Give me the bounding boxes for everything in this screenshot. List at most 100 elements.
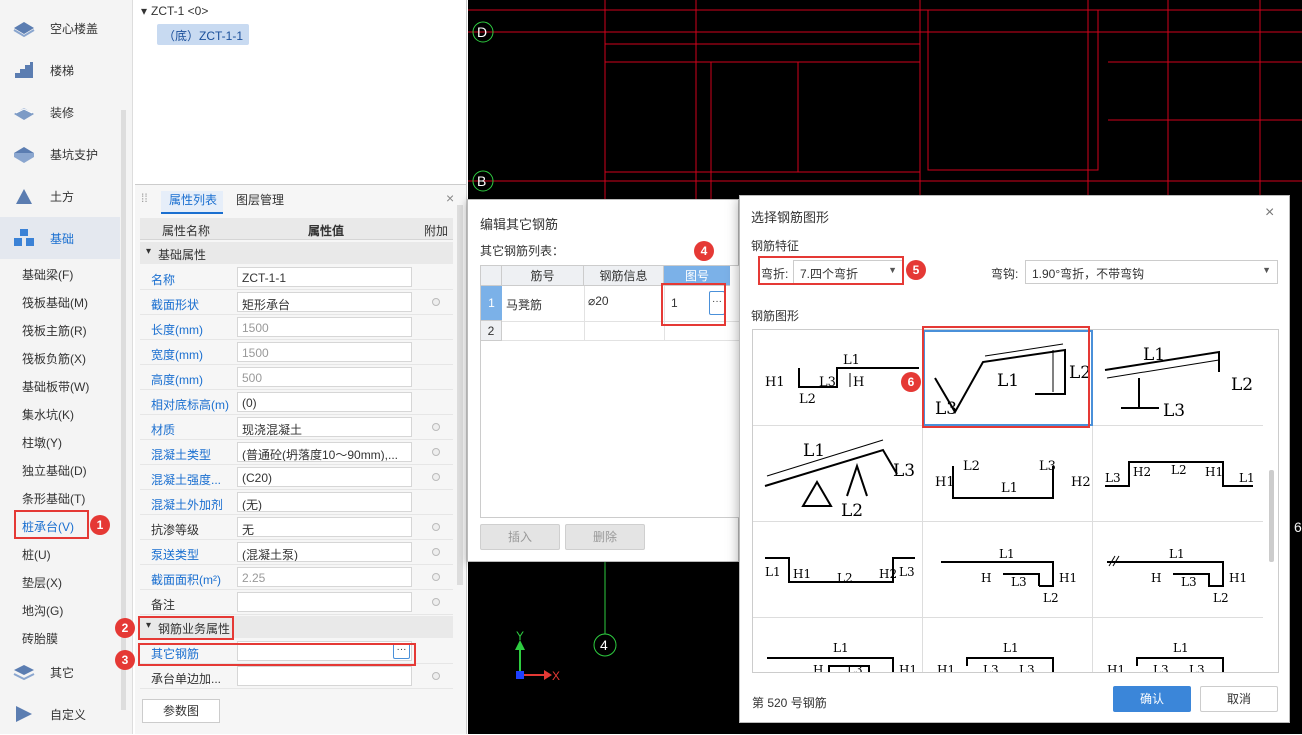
tab-property-list[interactable]: 属性列表 (161, 191, 224, 214)
prop-value-field[interactable]: 1500 (237, 342, 412, 362)
sub-item[interactable]: 筏板负筋(X) (22, 350, 86, 367)
shape-cell[interactable]: L1 L3 L2 (753, 426, 923, 522)
attach-checkbox[interactable] (432, 298, 440, 306)
shape-cell[interactable]: L1 H L3 H1 (753, 618, 923, 672)
svg-text:L3: L3 (1163, 401, 1185, 421)
sub-item[interactable]: 集水坑(K) (22, 406, 74, 423)
nav-item-other[interactable]: 其它 (0, 651, 120, 693)
svg-text:L3: L3 (1039, 459, 1056, 474)
tree-child-item[interactable]: （底）ZCT-1-1 (157, 24, 250, 45)
insert-button[interactable]: 插入 (480, 524, 560, 550)
attach-checkbox[interactable] (432, 523, 440, 531)
attach-checkbox[interactable] (432, 448, 440, 456)
attach-checkbox[interactable] (432, 573, 440, 581)
delete-button[interactable]: 删除 (565, 524, 645, 550)
prop-row-section-area: 截面面积(m²) 2.25 (140, 565, 453, 590)
param-diagram-button[interactable]: 参数图 (142, 699, 220, 723)
svg-text:H: H (981, 571, 991, 585)
prop-value-field[interactable]: 500 (237, 367, 412, 387)
cell-bar-name[interactable]: 马凳筋 (506, 296, 542, 313)
svg-text:L3: L3 (899, 565, 915, 579)
panel-scrollbar[interactable] (457, 205, 463, 585)
attach-checkbox[interactable] (432, 672, 440, 680)
shape-cell[interactable]: L1 H L3 H1 L2 (1093, 522, 1263, 618)
shape-cell[interactable]: L3 H2 L2 H1 L1 (1093, 426, 1263, 522)
col-header-bar-no: 筋号 (502, 266, 584, 286)
prop-value-field[interactable]: ZCT-1-1 (237, 267, 412, 287)
prop-value-field[interactable]: 1500 (237, 317, 412, 337)
nav-item-foundation[interactable]: 基础 (0, 217, 120, 259)
collapse-icon[interactable]: ▾ (146, 246, 151, 257)
sub-item[interactable]: 柱墩(Y) (22, 434, 62, 451)
shape-cell[interactable]: L1 L2 L3 (1093, 330, 1263, 426)
row-index[interactable]: 2 (481, 321, 502, 341)
shape-cell[interactable]: L1 H1 L3 H L2 (753, 330, 923, 426)
svg-text:L3: L3 (1181, 575, 1197, 589)
svg-text:L1: L1 (1239, 471, 1255, 485)
shape-cell[interactable]: L1 H1 L3 L3 (1093, 618, 1263, 672)
confirm-button[interactable]: 确认 (1113, 686, 1191, 712)
shape-cell[interactable]: L1 H1 L3 L3 (923, 618, 1093, 672)
attach-checkbox[interactable] (432, 423, 440, 431)
sub-item[interactable]: 地沟(G) (22, 602, 63, 619)
sub-item[interactable]: 基础板带(W) (22, 378, 89, 395)
tree-expand-icon[interactable]: ▾ (141, 4, 147, 18)
prop-value-field[interactable] (237, 666, 412, 686)
prop-value-field[interactable]: 现浇混凝土 (237, 417, 412, 437)
prop-value-field[interactable]: 无 (237, 517, 412, 537)
attach-checkbox[interactable] (432, 548, 440, 556)
attach-checkbox[interactable] (432, 473, 440, 481)
prop-name: 混凝土强度... (151, 473, 222, 487)
prop-value-field[interactable]: (0) (237, 392, 412, 412)
prop-value-field[interactable]: 2.25 (237, 567, 412, 587)
sub-item[interactable]: 独立基础(D) (22, 462, 87, 479)
hook-select[interactable]: 1.90°弯折，不带弯钩 ▼ (1025, 260, 1278, 284)
tree-root-item[interactable]: ZCT-1 <0> (151, 4, 208, 18)
svg-text:L1: L1 (1173, 641, 1189, 655)
sub-item[interactable]: 筏板主筋(R) (22, 322, 87, 339)
prop-value-field[interactable]: (无) (237, 492, 412, 512)
dialog-title: 编辑其它钢筋 (480, 217, 559, 232)
nav-label: 装修 (50, 105, 75, 120)
sub-item[interactable]: 垫层(X) (22, 574, 62, 591)
stairs-icon (15, 62, 33, 78)
nav-item-pit-support[interactable]: 基坑支护 (0, 133, 120, 175)
grid-scrollbar[interactable] (1269, 470, 1274, 562)
cell-bar-info[interactable]: ⌀20 (588, 294, 609, 308)
close-icon[interactable]: × (1265, 204, 1274, 222)
drag-handle-icon[interactable]: ⁞⁞ (141, 191, 148, 205)
sub-item[interactable]: 桩(U) (22, 546, 51, 563)
prop-name: 备注 (151, 598, 176, 612)
svg-text:H2: H2 (1133, 465, 1151, 479)
tab-layer-management[interactable]: 图层管理 (236, 191, 284, 208)
prop-value-field[interactable]: (C20) (237, 467, 412, 487)
axis-label-4: 4 (600, 637, 608, 653)
sub-item[interactable]: 砖胎膜 (22, 630, 58, 647)
prop-row-concrete-strength: 混凝土强度... (C20) (140, 465, 453, 490)
nav-item-stairs[interactable]: 楼梯 (0, 49, 120, 91)
shape-cell[interactable]: L1 H1 L2 H2 L3 (753, 522, 923, 618)
axis-label-d: D (477, 24, 487, 40)
nav-item-hollow-floor[interactable]: 空心楼盖 (0, 7, 120, 49)
group-basic-props[interactable]: ▾ 基础属性 (140, 242, 453, 264)
sub-item[interactable]: 基础梁(F) (22, 266, 73, 283)
close-icon[interactable]: × (446, 190, 454, 206)
sub-item[interactable]: 条形基础(T) (22, 490, 85, 507)
nav-item-custom[interactable]: 自定义 (0, 693, 120, 735)
cancel-button[interactable]: 取消 (1200, 686, 1278, 712)
hook-label: 弯钩: (991, 267, 1019, 281)
prop-value-field[interactable]: 矩形承台 (237, 292, 412, 312)
shape-cell[interactable]: L2 L3 L1 H1 H2 (923, 426, 1093, 522)
prop-value-field[interactable]: (混凝土泵) (237, 542, 412, 562)
svg-text:L3: L3 (893, 461, 915, 481)
nav-item-decoration[interactable]: 装修 (0, 91, 120, 133)
shape-cell[interactable]: L1 H L3 H1 L2 (923, 522, 1093, 618)
attach-checkbox[interactable] (432, 598, 440, 606)
sub-item[interactable]: 筏板基础(M) (22, 294, 88, 311)
highlight-box-6 (922, 326, 1090, 428)
prop-name: 长度(mm) (151, 323, 203, 337)
prop-value-field[interactable] (237, 592, 412, 612)
nav-item-earthwork[interactable]: 土方 (0, 175, 120, 217)
prop-value-field[interactable]: (普通砼(坍落度10～90mm),... (237, 442, 412, 462)
row-index[interactable]: 1 (481, 286, 502, 321)
